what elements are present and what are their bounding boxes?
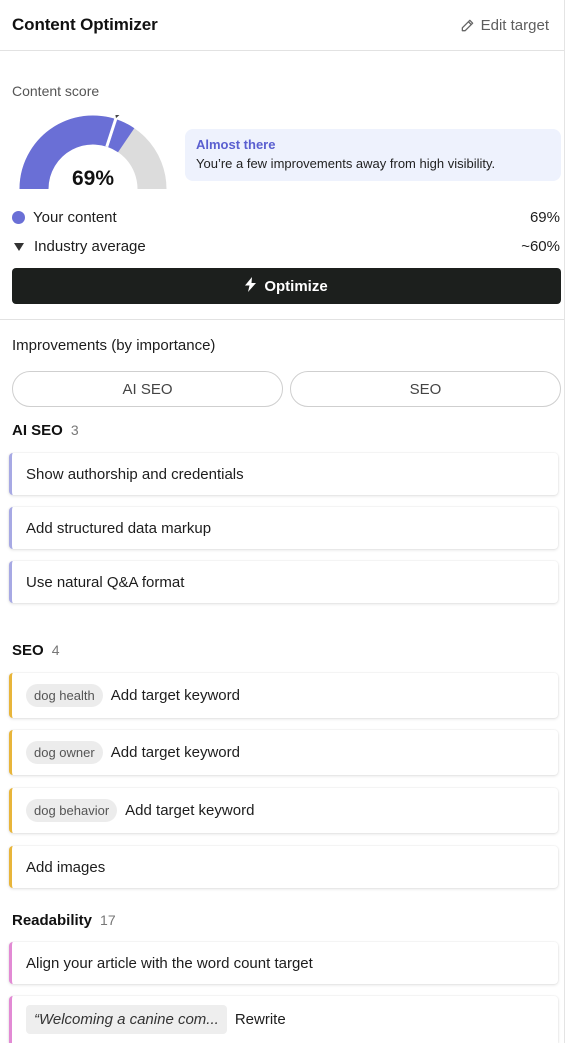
content-optimizer-panel: Content Optimizer Edit target Content sc… [0,0,565,1043]
improvement-item[interactable]: Add images [9,846,558,888]
item-label: Add target keyword [125,802,255,819]
score-value: 69% [71,167,115,190]
tab-seo[interactable]: SEO [290,371,561,407]
item-label: Add structured data markup [26,519,212,537]
group-count: 17 [100,912,116,928]
industry-average-marker [115,115,120,119]
item-label: Add target keyword [110,744,240,761]
item-label: Add target keyword [110,687,240,704]
keyword-chip: dog owner [26,741,103,764]
group-name: SEO [12,642,44,659]
group-name: AI SEO [12,422,63,439]
item-label: Show authorship and credentials [26,465,244,483]
edit-target-button[interactable]: Edit target [460,17,549,34]
improvement-item[interactable]: dog health Add target keyword [9,673,558,718]
group-count: 4 [51,642,60,658]
legend-label: Industry average [34,238,146,255]
pencil-icon [460,18,475,33]
item-label: Rewrite [234,1011,286,1028]
improvement-item[interactable]: Show authorship and credentials [9,453,558,495]
tab-ai-seo[interactable]: AI SEO [12,371,283,407]
panel-header: Content Optimizer Edit target [0,0,564,51]
score-callout: Almost there You’re a few improvements a… [185,129,561,181]
callout-text: You’re a few improvements away from high… [196,156,496,171]
improvement-item[interactable]: “Welcoming a canine com... Rewrite [9,996,558,1043]
legend-value: 69% [529,209,560,226]
improvement-item[interactable]: dog owner Add target keyword [9,730,558,775]
legend-industry-average: Industry average ~60% [12,238,560,255]
score-gauge: 69% [18,115,168,195]
improvements-heading: Improvements (by importance) [12,337,216,354]
optimize-button[interactable]: Optimize [12,268,561,304]
keyword-chip: dog health [26,684,103,707]
legend-your-content: Your content 69% [12,209,560,226]
item-label: Use natural Q&A format [26,573,185,591]
edit-target-label: Edit target [480,16,549,34]
item-label: Align your article with the word count t… [26,954,313,972]
content-score-label: Content score [12,83,100,99]
triangle-down-icon [14,242,24,251]
optimize-label: Optimize [264,277,328,295]
improvement-item[interactable]: Align your article with the word count t… [9,942,558,984]
content-score-section: Content score 69% Almost there You’re a … [0,51,564,320]
group-name: Readability [12,912,93,929]
legend-value: ~60% [521,238,560,255]
lightning-icon [245,276,257,296]
group-heading-seo: SEO 4 [12,642,59,659]
callout-title: Almost there [196,137,276,152]
improvement-item[interactable]: Use natural Q&A format [9,561,558,603]
group-count: 3 [70,422,79,438]
panel-title: Content Optimizer [12,15,158,34]
your-content-dot-icon [12,211,25,224]
keyword-chip: dog behavior [26,799,118,822]
improvement-tabs: AI SEO SEO [12,371,561,407]
improvement-item[interactable]: Add structured data markup [9,507,558,549]
quote-chip: “Welcoming a canine com... [26,1005,227,1034]
group-heading-ai-seo: AI SEO 3 [12,422,79,439]
item-label: Add images [26,858,106,876]
group-heading-readability: Readability 17 [12,912,116,929]
improvements-section: Improvements (by importance) AI SEO SEO [0,320,564,407]
improvement-item[interactable]: dog behavior Add target keyword [9,788,558,833]
legend-label: Your content [33,209,117,226]
